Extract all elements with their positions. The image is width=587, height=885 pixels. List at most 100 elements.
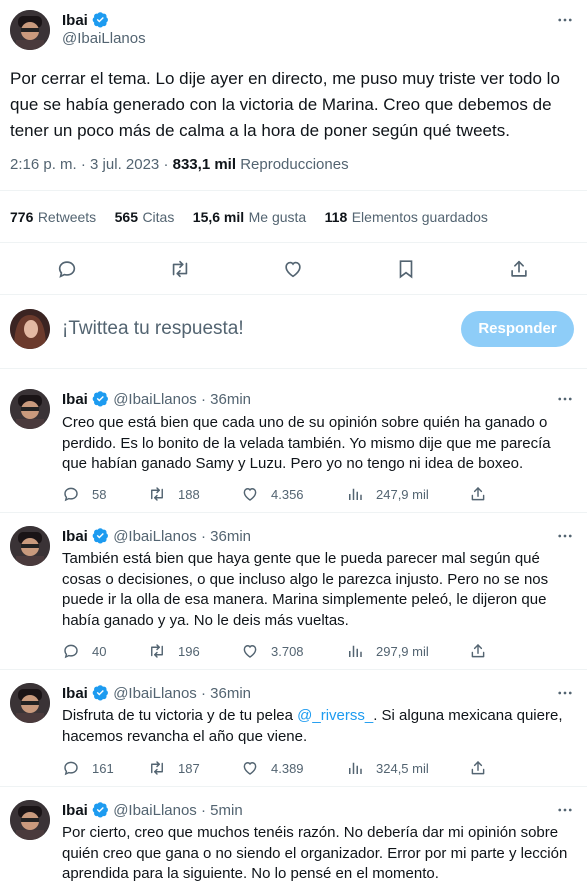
- like-action[interactable]: 4.356: [241, 485, 304, 503]
- divider: [0, 669, 587, 670]
- author-handle[interactable]: @IbaiLlanos: [62, 30, 146, 47]
- more-horizontal-icon[interactable]: [550, 799, 580, 821]
- stat-quotes[interactable]: 565 Citas: [115, 209, 175, 226]
- mention-link[interactable]: @_riverss_: [297, 707, 373, 724]
- author-name[interactable]: Ibai: [62, 391, 88, 408]
- divider: [0, 786, 587, 787]
- more-horizontal-icon[interactable]: [550, 8, 580, 32]
- like-action[interactable]: 4.389: [241, 759, 304, 777]
- stat-retweets[interactable]: 776 Retweets: [10, 209, 96, 226]
- views-action[interactable]: 324,5 mil: [346, 759, 429, 777]
- divider: [0, 242, 587, 243]
- share-icon[interactable]: [467, 640, 489, 662]
- reply-icon: [64, 644, 78, 659]
- retweet-action[interactable]: 188: [148, 485, 200, 503]
- tweet-text: Creo que está bien que cada uno de su op…: [62, 414, 551, 472]
- views-label: Reproducciones: [240, 156, 349, 173]
- tweet-time[interactable]: 36min: [210, 391, 251, 408]
- verified-badge-icon: [92, 801, 109, 822]
- more-horizontal-icon[interactable]: [550, 682, 580, 704]
- more-horizontal-icon[interactable]: [550, 388, 580, 410]
- like-icon: [243, 488, 257, 501]
- author-avatar[interactable]: [10, 800, 50, 840]
- reply-action[interactable]: 40: [62, 642, 106, 660]
- retweet-action[interactable]: 196: [148, 642, 200, 660]
- author-avatar[interactable]: [10, 389, 50, 429]
- separator-dot: ·: [80, 156, 86, 173]
- divider: [0, 512, 587, 513]
- verified-badge-icon: [92, 11, 109, 32]
- tweet-stats: 776 Retweets 565 Citas 15,6 mil Me gusta…: [10, 209, 488, 227]
- verified-badge-icon: [92, 527, 109, 548]
- tweet-date[interactable]: 3 jul. 2023: [90, 156, 159, 173]
- retweet-icon: [151, 644, 163, 658]
- reply-count: 58: [92, 486, 107, 502]
- separator-dot: ·: [200, 685, 206, 702]
- views-icon: [349, 762, 362, 774]
- tweet-time[interactable]: 2:16 p. m.: [10, 156, 77, 173]
- like-count: 4.389: [271, 760, 304, 776]
- author-name[interactable]: Ibai: [62, 528, 88, 545]
- tweet-text: Por cierto, creo que muchos tenéis razón…: [62, 824, 568, 882]
- bookmark-icon[interactable]: [391, 256, 421, 282]
- divider: [0, 190, 587, 191]
- stat-likes[interactable]: 15,6 mil Me gusta: [193, 209, 306, 226]
- views-count: 247,9 mil: [376, 486, 429, 502]
- views-action[interactable]: 247,9 mil: [346, 485, 429, 503]
- retweet-action[interactable]: 187: [148, 759, 200, 777]
- author-handle[interactable]: @IbaiLlanos: [113, 802, 197, 819]
- reply-icon: [64, 761, 78, 776]
- share-icon[interactable]: [504, 256, 534, 282]
- retweet-icon[interactable]: [165, 256, 195, 282]
- like-action[interactable]: 3.708: [241, 642, 304, 660]
- reply-action[interactable]: 58: [62, 485, 106, 503]
- tweet-time[interactable]: 36min: [210, 528, 251, 545]
- reply-icon[interactable]: [52, 256, 82, 282]
- divider: [0, 368, 587, 369]
- retweet-icon: [151, 487, 163, 501]
- author-name[interactable]: Ibai: [62, 12, 88, 29]
- like-icon: [243, 645, 257, 658]
- views-count: 324,5 mil: [376, 760, 429, 776]
- stat-bookmarks[interactable]: 118 Elementos guardados: [325, 209, 488, 226]
- author-handle[interactable]: @IbaiLlanos: [113, 685, 197, 702]
- author-avatar[interactable]: [10, 10, 50, 50]
- separator-dot: ·: [200, 802, 206, 819]
- author-handle[interactable]: @IbaiLlanos: [113, 528, 197, 545]
- divider: [0, 294, 587, 295]
- reply-icon: [64, 487, 78, 502]
- like-icon[interactable]: [278, 256, 308, 282]
- author-handle[interactable]: @IbaiLlanos: [113, 391, 197, 408]
- reply-action[interactable]: 161: [62, 759, 114, 777]
- verified-badge-icon: [92, 684, 109, 705]
- share-icon[interactable]: [467, 483, 489, 505]
- tweet-text: Por cerrar el tema. Lo dije ayer en dire…: [10, 69, 560, 140]
- like-count: 3.708: [271, 643, 304, 659]
- share-icon[interactable]: [467, 757, 489, 779]
- author-avatar[interactable]: [10, 526, 50, 566]
- reply-count: 40: [92, 643, 107, 659]
- author-name[interactable]: Ibai: [62, 802, 88, 819]
- tweet-time[interactable]: 36min: [210, 685, 251, 702]
- retweet-count: 188: [178, 486, 200, 502]
- views-icon: [349, 488, 362, 500]
- separator-dot: ·: [200, 391, 206, 408]
- views-count: 297,9 mil: [376, 643, 429, 659]
- views-icon: [349, 645, 362, 657]
- like-icon: [243, 762, 257, 775]
- views-action[interactable]: 297,9 mil: [346, 642, 429, 660]
- user-avatar[interactable]: [10, 309, 50, 349]
- separator-dot: ·: [200, 528, 206, 545]
- reply-count: 161: [92, 760, 114, 776]
- more-horizontal-icon[interactable]: [550, 525, 580, 547]
- like-count: 4.356: [271, 486, 304, 502]
- retweet-icon: [151, 761, 163, 775]
- tweet-time[interactable]: 5min: [210, 802, 243, 819]
- tweet-text: También está bien que haya gente que le …: [62, 550, 549, 629]
- views-count: 833,1 mil: [172, 156, 237, 173]
- reply-input[interactable]: [62, 316, 442, 342]
- verified-badge-icon: [92, 390, 109, 411]
- author-avatar[interactable]: [10, 683, 50, 723]
- reply-button[interactable]: Responder: [461, 311, 574, 347]
- author-name[interactable]: Ibai: [62, 685, 88, 702]
